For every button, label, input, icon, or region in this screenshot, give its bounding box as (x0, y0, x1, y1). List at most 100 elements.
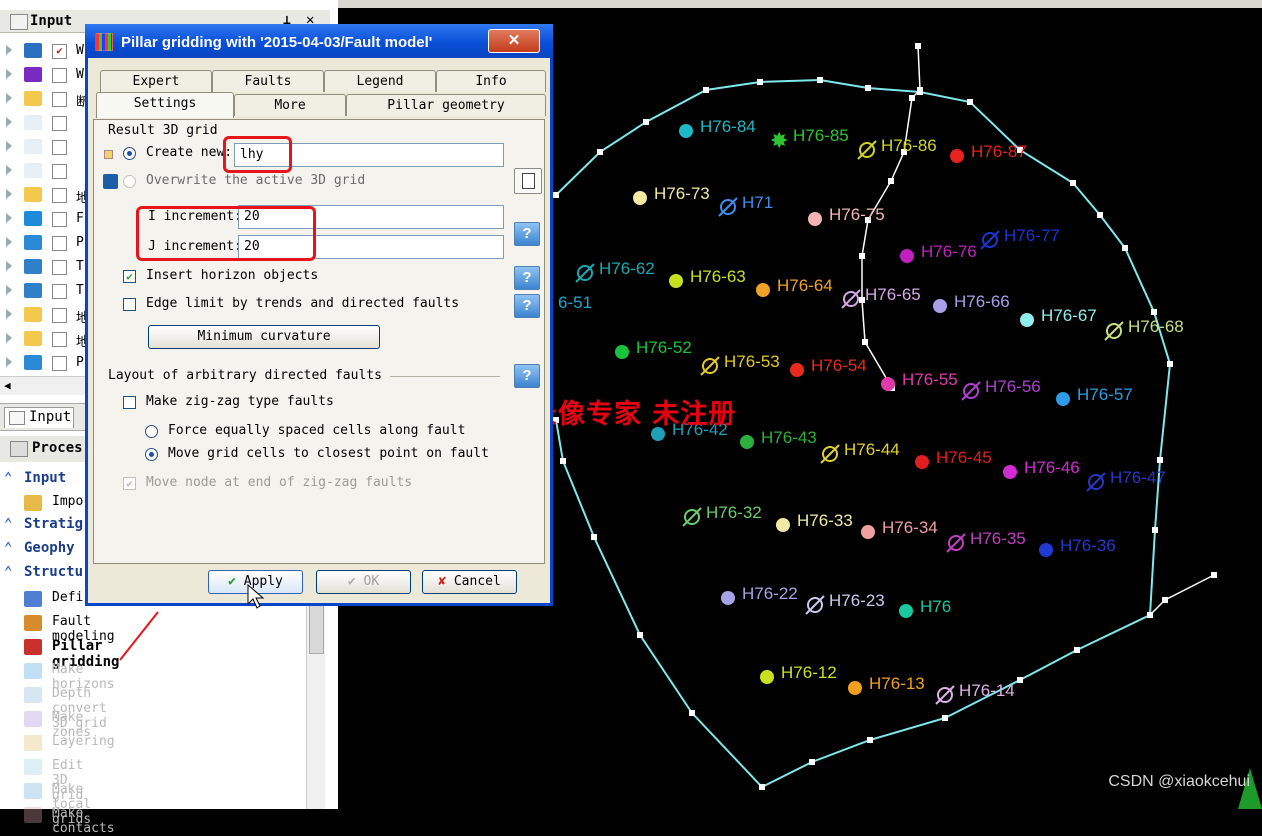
boundary-node (859, 253, 865, 259)
tab-legend[interactable]: Legend (324, 70, 436, 92)
insert-horizon-label: Insert horizon objects (146, 268, 319, 283)
boundary-node (1097, 212, 1103, 218)
well-marker[interactable]: H76-53 (700, 352, 780, 376)
page-icon-inner (522, 173, 535, 189)
well-marker[interactable]: H76-64 (756, 276, 833, 297)
well-marker[interactable]: H76-76 (900, 242, 977, 263)
well-marker[interactable]: H71 (718, 193, 773, 217)
layout-help-button[interactable]: ? (514, 364, 540, 388)
well-marker[interactable]: H76-65 (841, 285, 921, 309)
boundary-node (637, 632, 643, 638)
well-marker[interactable]: H76-33 (776, 511, 853, 532)
well-label: H76-55 (902, 370, 958, 389)
pillar-gridding-dialog: Pillar gridding with '2015-04-03/Fault m… (85, 24, 553, 609)
well-marker[interactable]: H76-68 (1104, 317, 1184, 341)
well-marker[interactable]: H76-14 (935, 681, 1015, 705)
tab-pillar-geometry[interactable]: Pillar geometry (346, 94, 546, 116)
edge-limit-checkbox[interactable] (123, 298, 136, 311)
well-marker[interactable]: H76-46 (1003, 458, 1080, 479)
well-marker[interactable]: H76-43 (740, 428, 817, 449)
well-marker[interactable]: H76-57 (1056, 385, 1133, 406)
tab-faults[interactable]: Faults (212, 70, 324, 92)
dialog-titlebar[interactable]: Pillar gridding with '2015-04-03/Fault m… (85, 24, 553, 58)
well-marker[interactable]: H76-52 (615, 338, 692, 359)
well-marker[interactable]: H76-13 (848, 674, 925, 695)
boundary-node (1162, 597, 1168, 603)
move-grid-radio[interactable] (145, 448, 158, 461)
create-new-highlight (223, 136, 292, 173)
increment-help-button[interactable]: ? (514, 222, 540, 246)
well-marker[interactable]: H76-55 (881, 370, 958, 391)
process-item-label: Make contacts (52, 806, 115, 836)
well-marker[interactable]: H76-67 (1020, 306, 1097, 327)
well-marker[interactable]: H76 (899, 597, 951, 618)
well-label: H76-76 (921, 242, 977, 261)
well-label: H76-56 (985, 377, 1041, 396)
force-equal-label: Force equally spaced cells along fault (168, 423, 466, 438)
well-marker[interactable]: ✸ H76-85 (770, 126, 849, 154)
boundary-polygon (555, 78, 1172, 789)
well-marker[interactable]: H76-45 (915, 448, 992, 469)
well-dot-icon (848, 681, 862, 695)
well-label: H76-87 (971, 142, 1027, 161)
well-marker[interactable]: H76-86 (857, 136, 937, 160)
overwrite-radio[interactable] (123, 175, 136, 188)
boundary-node (1211, 572, 1217, 578)
well-marker[interactable]: H76-66 (933, 292, 1010, 313)
force-equal-radio[interactable] (145, 425, 158, 438)
move-grid-label: Move grid cells to closest point on faul… (168, 446, 489, 461)
tab-expert[interactable]: Expert (100, 70, 212, 92)
ok-button[interactable]: ✔ OK (316, 570, 411, 594)
zigzag-checkbox[interactable] (123, 396, 136, 409)
boundary-node (689, 710, 695, 716)
tab-more[interactable]: More (234, 94, 346, 116)
well-marker[interactable]: H76-84 (679, 117, 756, 138)
edge-limit-help-button[interactable]: ? (514, 294, 540, 318)
well-dot-icon (881, 377, 895, 391)
well-marker[interactable]: H76-22 (721, 584, 798, 605)
well-marker[interactable]: H76-63 (669, 267, 746, 288)
insert-horizon-help-button[interactable]: ? (514, 266, 540, 290)
well-marker[interactable]: H76-77 (980, 226, 1060, 250)
close-button[interactable]: ✕ (488, 29, 540, 53)
boundary-node (560, 458, 566, 464)
well-marker[interactable]: H76-87 (950, 142, 1027, 163)
well-marker[interactable]: H76-34 (861, 518, 938, 539)
well-marker[interactable]: H76-36 (1039, 536, 1116, 557)
cancel-button[interactable]: ✘ Cancel (422, 570, 517, 594)
well-marker[interactable]: H76-62 (575, 259, 655, 283)
boundary-node (862, 339, 868, 345)
well-marker[interactable]: H76-35 (946, 529, 1026, 553)
well-label: H76 (920, 597, 951, 616)
new-page-icon[interactable] (514, 168, 542, 194)
well-label: H76-14 (959, 681, 1015, 700)
well-marker[interactable]: H76-23 (805, 591, 885, 615)
insert-horizon-checkbox[interactable]: ✔ (123, 270, 136, 283)
cancel-label: Cancel (453, 574, 501, 589)
tab-info[interactable]: Info (436, 70, 546, 92)
boundary-node (967, 99, 973, 105)
well-marker[interactable]: H76-56 (961, 377, 1041, 401)
well-dot-icon (760, 670, 774, 684)
csdn-credit: CSDN @xiaokcehui (1108, 773, 1250, 790)
mouse-cursor-icon (247, 584, 265, 609)
well-marker[interactable]: H76-12 (760, 663, 837, 684)
well-label: H71 (742, 193, 773, 212)
well-dot-icon (915, 455, 929, 469)
well-marker[interactable]: H76-47 (1086, 468, 1166, 492)
create-new-radio[interactable] (123, 147, 136, 160)
move-node-checkbox[interactable]: ✔ (123, 477, 136, 490)
well-marker[interactable]: H76-32 (682, 503, 762, 527)
well-label: H76-64 (777, 276, 833, 295)
well-label: H76-13 (869, 674, 925, 693)
well-label: H76-12 (781, 663, 837, 682)
well-marker[interactable]: H76-73 (633, 184, 710, 205)
well-marker[interactable]: 6-51 (558, 293, 592, 312)
create-new-label: Create new: (146, 145, 233, 160)
well-marker[interactable]: H76-75 (808, 205, 885, 226)
well-marker[interactable]: H76-44 (820, 440, 900, 464)
tab-settings[interactable]: Settings (96, 92, 234, 118)
increment-highlight (136, 206, 316, 261)
well-marker[interactable]: H76-54 (790, 356, 867, 377)
minimum-curvature-button[interactable]: Minimum curvature (148, 325, 380, 349)
